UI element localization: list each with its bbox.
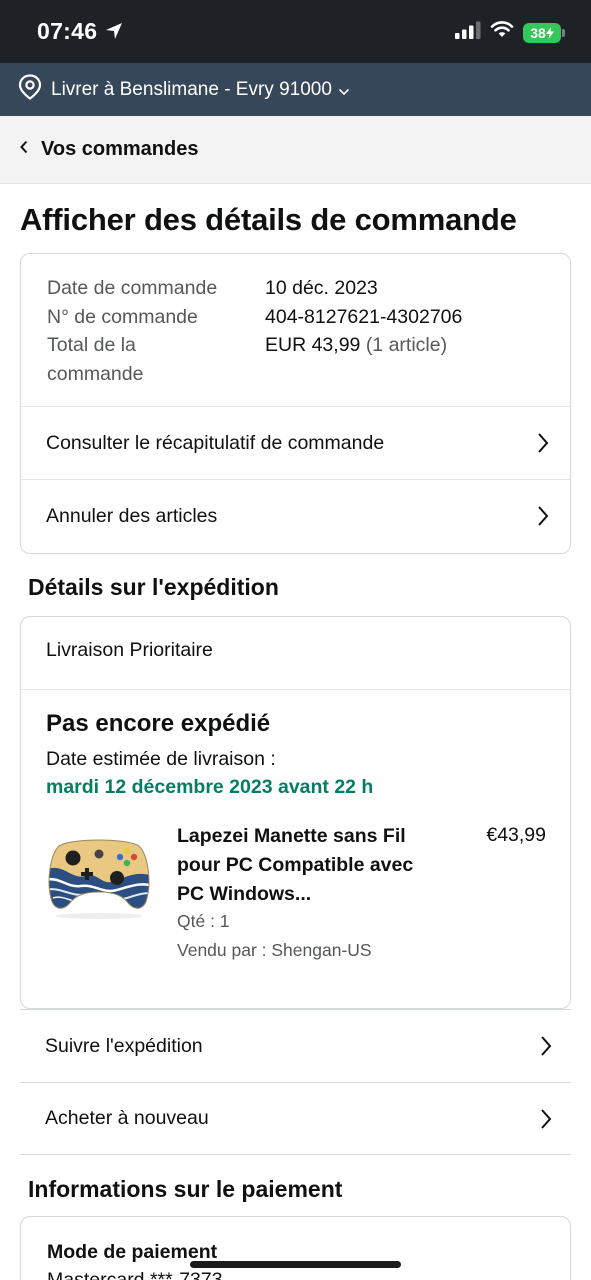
order-number-label: N° de commande (47, 305, 198, 328)
delivery-estimate-date: mardi 12 décembre 2023 avant 22 h (46, 776, 374, 798)
shipping-method: Livraison Prioritaire (46, 639, 213, 661)
delivery-estimate-label: Date estimée de livraison : (46, 748, 276, 770)
order-total-label: Total de la commande (47, 331, 265, 388)
buy-again-label: Acheter à nouveau (45, 1107, 209, 1129)
shipment-card: Livraison Prioritaire Pas encore expédié… (20, 616, 571, 1009)
order-date-row: Date de commande 10 déc. 2023 (47, 274, 462, 303)
location-arrow-icon (104, 21, 124, 46)
product-image[interactable] (45, 832, 153, 922)
order-total-label-line2: commande (47, 362, 144, 385)
chevron-right-icon (536, 431, 550, 461)
signal-icon (455, 21, 481, 44)
page-title: Afficher des détails de commande (20, 202, 517, 237)
order-date-label: Date de commande (47, 277, 218, 299)
payment-card-number: Mastercard ***-7373 (47, 1269, 223, 1280)
location-pin-icon (18, 74, 42, 105)
product-quantity: Qté : 1 (177, 911, 230, 931)
status-time: 07:46 (37, 18, 98, 44)
status-indicators: 38 (455, 21, 565, 44)
home-indicator[interactable] (190, 1261, 401, 1268)
shipping-section-title: Détails sur l'expédition (28, 574, 279, 600)
payment-card: Mode de paiement Mastercard ***-7373 (20, 1216, 571, 1280)
view-order-summary-link[interactable]: Consulter le récapitulatif de commande (21, 406, 570, 479)
shipment-status: Pas encore expédié (46, 710, 271, 737)
delivery-location-text: Livrer à Benslimane - Evry 91000 (51, 78, 332, 100)
status-bar: 07:46 38 (0, 0, 591, 63)
chevron-down-icon (338, 83, 350, 101)
track-shipment-link[interactable]: Suivre l'expédition (20, 1009, 571, 1082)
chevron-right-icon (539, 1107, 553, 1137)
order-total-label-line1: Total de la (47, 334, 136, 356)
track-shipment-label: Suivre l'expédition (45, 1034, 203, 1057)
order-total-value: EUR 43,99 (265, 334, 361, 356)
cancel-items-link[interactable]: Annuler des articles (21, 479, 570, 552)
payment-section-title: Informations sur le paiement (28, 1176, 343, 1202)
back-to-orders-button[interactable]: Vos commandes (0, 116, 591, 184)
order-number-value: 404-8127621-4302706 (265, 305, 463, 328)
buy-again-link[interactable]: Acheter à nouveau (20, 1082, 571, 1155)
chevron-left-icon (19, 140, 29, 159)
back-label: Vos commandes (41, 138, 199, 160)
battery-icon: 38 (523, 22, 565, 43)
product-price: €43,99 (486, 824, 546, 846)
order-total-value-group: EUR 43,99 (1 article) (265, 331, 447, 388)
chevron-right-icon (539, 1034, 553, 1064)
delivery-location-bar[interactable]: Livrer à Benslimane - Evry 91000 (0, 63, 591, 116)
order-date-value: 10 déc. 2023 (265, 277, 378, 299)
product-seller: Vendu par : Shengan-US (177, 940, 372, 960)
order-summary-card: Date de commande 10 déc. 2023 N° de comm… (20, 253, 571, 554)
wifi-icon (490, 21, 514, 44)
view-order-summary-label: Consulter le récapitulatif de commande (46, 431, 385, 454)
product-title-link[interactable]: Lapezei Manette sans Fil pour PC Compati… (177, 822, 437, 909)
chevron-right-icon (536, 504, 550, 534)
order-info: Date de commande 10 déc. 2023 N° de comm… (47, 274, 462, 388)
order-number-row: N° de commande 404-8127621-4302706 (47, 303, 462, 332)
cancel-items-label: Annuler des articles (46, 504, 218, 527)
divider (21, 689, 570, 690)
battery-level: 38 (530, 24, 546, 41)
order-total-row: Total de la commande EUR 43,99 (1 articl… (47, 331, 462, 388)
order-item-count: (1 article) (365, 334, 448, 356)
